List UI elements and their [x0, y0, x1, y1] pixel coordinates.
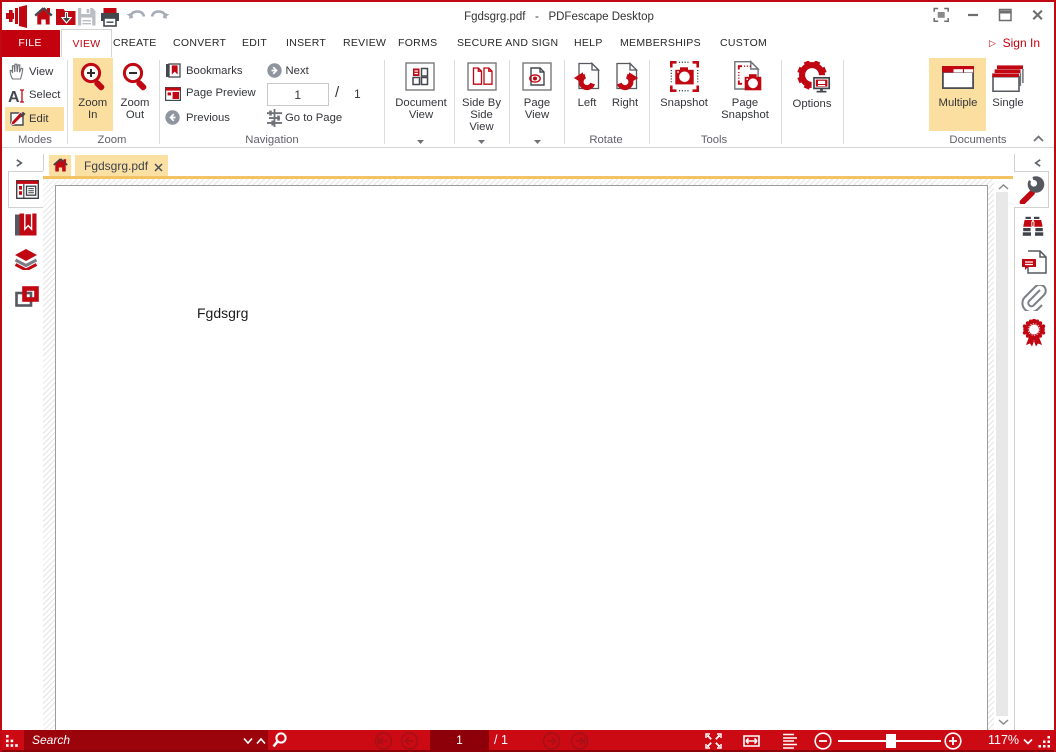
svg-text:A: A [8, 89, 20, 104]
